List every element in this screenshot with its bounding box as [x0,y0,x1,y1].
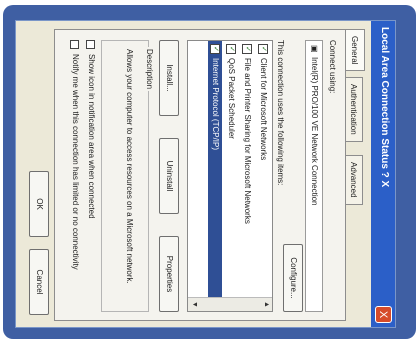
components-list[interactable]: ✓ Client for Microsoft Networks ✓ File and… [187,40,273,312]
scroll-up-icon[interactable]: ▲ [260,298,272,311]
uninstall-button[interactable]: Uninstall [159,138,179,214]
connect-using-label: Connect using: [328,40,337,94]
show-icon-checkbox[interactable] [86,40,95,49]
cancel-button[interactable]: Cancel [29,249,49,315]
description-group: Description Allows your computer to acce… [101,40,154,312]
description-label: Description [145,47,154,92]
item-checkbox[interactable]: ✓ [210,44,221,54]
list-item[interactable]: ✓ QoS Packet Scheduler [224,41,238,297]
list-item-label: Client for Microsoft Networks [259,58,268,161]
properties-button[interactable]: Properties [159,236,179,312]
list-item-label: QoS Packet Scheduler [227,58,236,139]
list-item-selected[interactable]: ✓ Internet Protocol (TCP/IP) [208,41,222,297]
connection-properties-dialog: Local Area Connection Status ? X X Gener… [15,20,396,328]
list-item-label: Internet Protocol (TCP/IP) [211,58,220,151]
network-card-icon: ▣ [310,45,319,53]
list-item[interactable]: ✓ Client for Microsoft Networks [256,41,270,297]
device-name: Intel(R) PRO/100 VE Network Connection [310,57,319,206]
list-item[interactable]: ✓ File and Printer Sharing for Microsoft … [240,41,254,297]
item-checkbox[interactable]: ✓ [226,44,237,54]
list-item-label: File and Printer Sharing for Microsoft N… [243,58,252,224]
install-button[interactable]: Install... [159,40,179,116]
description-text: Allows your computer to access resources… [125,49,134,284]
tab-advanced[interactable]: Advanced [345,155,363,205]
tab-general[interactable]: General [345,29,365,72]
show-icon-label: Show icon in notification area when conn… [87,54,96,219]
notify-label: Notify me when this connection has limit… [71,54,80,270]
tab-authentication[interactable]: Authentication [345,77,363,142]
window-title: Local Area Connection Status ? X [379,27,390,188]
scroll-down-icon[interactable]: ▼ [188,298,200,311]
item-checkbox[interactable]: ✓ [258,44,269,54]
ok-button[interactable]: OK [29,171,49,237]
close-icon[interactable]: X [375,306,392,323]
items-label: This connection uses the following items… [276,40,285,186]
list-scrollbar[interactable]: ▲ ▼ [188,297,272,311]
screenshot-stage: Local Area Connection Status ? X X Gener… [0,0,418,343]
notify-checkbox[interactable] [70,40,79,49]
device-field: ▣ Intel(R) PRO/100 VE Network Connection [305,40,323,312]
general-tab-panel: Connect using: ▣ Intel(R) PRO/100 VE Net… [54,29,346,321]
item-checkbox[interactable]: ✓ [242,44,253,54]
configure-button[interactable]: Configure... [283,244,303,312]
